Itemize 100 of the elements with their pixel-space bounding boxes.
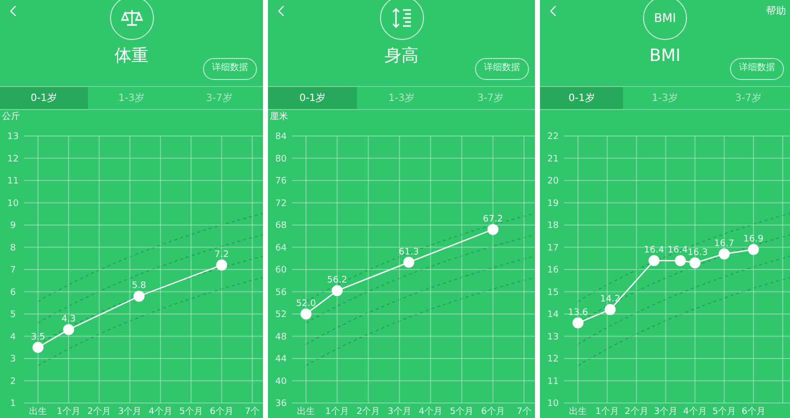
y-axis-label: 60	[275, 266, 287, 276]
x-axis-label: 4个月	[683, 407, 707, 417]
y-axis-label: 48	[275, 332, 287, 342]
data-point	[487, 224, 498, 235]
y-axis-label: 64	[275, 243, 287, 254]
y-axis-label: 15	[547, 288, 559, 298]
data-label: 3.5	[30, 332, 46, 342]
age-tab[interactable]: 1-3岁	[623, 87, 707, 109]
y-axis-label: 21	[547, 154, 559, 164]
data-point	[604, 304, 616, 316]
x-axis-label: 4个月	[418, 407, 442, 417]
y-axis-label: 9	[10, 221, 16, 231]
x-axis-label: 5个月	[179, 407, 203, 417]
x-axis-label: 出生	[29, 407, 47, 417]
help-link[interactable]: 帮助	[766, 4, 786, 19]
y-axis-label: 72	[275, 198, 287, 209]
page-title: BMI	[649, 45, 681, 68]
x-axis-label: 3个月	[118, 407, 142, 417]
y-axis-label: 1	[10, 399, 16, 409]
x-axis-label: 5个月	[712, 407, 736, 417]
y-axis-label: 68	[275, 221, 287, 231]
data-label: 7.2	[214, 250, 229, 260]
data-point	[403, 256, 414, 268]
data-label: 13.6	[568, 308, 588, 318]
detail-button[interactable]: 详细数据	[203, 58, 257, 80]
data-label: 16.4	[668, 246, 688, 256]
y-axis-label: 84	[275, 132, 287, 142]
age-tab[interactable]: 3-7岁	[175, 87, 263, 109]
age-tab[interactable]: 1-3岁	[357, 87, 446, 109]
y-axis-label: 13	[7, 132, 19, 142]
y-axis-label: 3	[10, 354, 16, 364]
data-point	[32, 342, 44, 353]
y-axis-label: 44	[275, 354, 287, 364]
data-point	[63, 324, 74, 336]
y-axis-label: 56	[275, 288, 287, 298]
x-axis-label: 出生	[569, 407, 587, 417]
x-axis-label: 2个月	[624, 407, 648, 417]
x-axis-label: 2个月	[356, 407, 380, 417]
unit-label: 公斤	[2, 112, 20, 122]
y-axis-label: 20	[547, 176, 559, 186]
bmi-icon: BMI	[643, 0, 687, 40]
height-icon	[380, 0, 424, 40]
data-point	[332, 285, 343, 296]
x-axis-label: 6个月	[481, 407, 505, 417]
x-axis-label: 5个月	[450, 407, 474, 417]
x-axis-label: 3个月	[388, 407, 412, 417]
x-axis-label: 出生	[297, 407, 315, 417]
age-tab[interactable]: 0-1岁	[0, 87, 88, 109]
data-label: 16.4	[644, 246, 664, 256]
age-tab[interactable]: 0-1岁	[268, 87, 357, 109]
data-label: 56.2	[327, 276, 348, 286]
scale-icon	[110, 0, 154, 40]
x-axis-label: 7个	[516, 407, 532, 417]
detail-button[interactable]: 详细数据	[475, 58, 529, 80]
y-axis-label: 5	[10, 310, 16, 320]
y-axis-label: 80	[275, 154, 287, 164]
data-label: 52.0	[296, 299, 316, 309]
unit-label: 厘米	[270, 112, 288, 122]
data-point	[216, 260, 228, 271]
x-axis-label: 1个月	[56, 407, 80, 417]
x-axis-label: 6个月	[210, 407, 234, 417]
y-axis-label: 11	[7, 176, 19, 186]
age-tab[interactable]: 3-7岁	[446, 87, 535, 109]
data-point	[134, 290, 145, 302]
y-axis-label: 7	[10, 266, 16, 276]
age-tab[interactable]: 0-1岁	[540, 87, 624, 109]
y-axis-label: 18	[547, 221, 559, 231]
y-axis-label: 14	[547, 310, 559, 320]
y-axis-label: 10	[547, 399, 559, 409]
x-axis-label: 1个月	[325, 407, 350, 417]
detail-button[interactable]: 详细数据	[730, 58, 784, 80]
y-axis-label: 8	[10, 243, 16, 254]
data-label: 4.3	[61, 314, 76, 325]
y-axis-label: 76	[275, 176, 287, 186]
data-label: 16.7	[714, 238, 734, 249]
data-point	[748, 244, 759, 255]
y-axis-label: 12	[547, 354, 559, 364]
data-point	[674, 255, 686, 266]
data-label: 61.3	[398, 247, 419, 258]
data-label: 67.2	[482, 214, 503, 224]
data-label: 14.2	[600, 294, 620, 305]
y-axis-label: 13	[547, 332, 559, 342]
x-axis-label: 3个月	[654, 407, 678, 417]
page-title: 体重	[114, 45, 148, 68]
x-axis-label: 6个月	[742, 407, 766, 417]
y-axis-label: 36	[275, 399, 287, 409]
data-point	[572, 317, 584, 328]
y-axis-label: 4	[10, 332, 16, 342]
y-axis-label: 10	[7, 198, 19, 209]
y-axis-label: 52	[275, 310, 287, 320]
y-axis-label: 40	[275, 376, 287, 387]
age-tab[interactable]: 1-3岁	[88, 87, 176, 109]
y-axis-label: 22	[547, 132, 559, 142]
y-axis-label: 19	[547, 198, 559, 209]
x-axis-label: 7个	[244, 407, 260, 417]
y-axis-label: 2	[10, 376, 16, 387]
age-tab[interactable]: 3-7岁	[706, 87, 790, 109]
y-axis-label: 17	[547, 243, 559, 254]
data-label: 16.3	[688, 248, 708, 258]
y-axis-label: 16	[547, 266, 559, 276]
